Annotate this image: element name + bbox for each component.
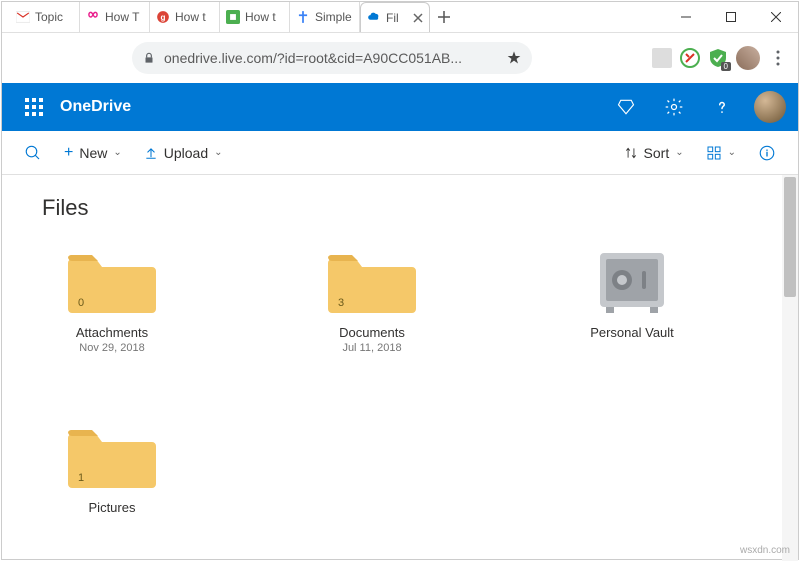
green-app-icon bbox=[226, 10, 240, 24]
onedrive-header: OneDrive bbox=[2, 83, 798, 131]
folder-item-pictures[interactable]: 1 Pictures bbox=[42, 424, 182, 515]
item-count: 0 bbox=[78, 297, 84, 309]
folder-icon: 3 bbox=[328, 249, 416, 315]
tab-google[interactable]: g How t bbox=[150, 2, 220, 32]
sort-icon bbox=[624, 146, 638, 160]
scroll-thumb[interactable] bbox=[784, 177, 796, 297]
item-name: Pictures bbox=[42, 500, 182, 515]
folder-icon: 1 bbox=[68, 424, 156, 490]
sort-label: Sort bbox=[644, 145, 670, 161]
star-icon[interactable] bbox=[506, 50, 522, 66]
premium-button[interactable] bbox=[604, 87, 648, 127]
chevron-down-icon: ⌄ bbox=[214, 147, 222, 158]
tab-pink[interactable]: How T bbox=[80, 2, 150, 32]
tab-strip: Topic How T g How t How t Simple Fil bbox=[2, 2, 663, 32]
profile-avatar-icon[interactable] bbox=[736, 46, 760, 70]
tab-label: Fil bbox=[386, 11, 408, 25]
google-icon: g bbox=[156, 10, 170, 24]
file-grid: 0 Attachments Nov 29, 2018 3 Documents J… bbox=[42, 249, 758, 515]
item-name: Personal Vault bbox=[562, 325, 702, 340]
close-window-button[interactable] bbox=[753, 2, 798, 33]
grid-view-icon bbox=[706, 145, 722, 161]
plus-icon bbox=[437, 10, 451, 24]
url-box[interactable]: onedrive.live.com/?id=root&cid=A90CC051A… bbox=[132, 42, 532, 74]
tab-label: How t bbox=[175, 10, 213, 24]
info-icon bbox=[758, 144, 776, 162]
browser-window: Topic How T g How t How t Simple Fil bbox=[1, 1, 799, 560]
vault-icon bbox=[596, 249, 668, 315]
minimize-button[interactable] bbox=[663, 2, 708, 33]
page-title: Files bbox=[42, 195, 758, 221]
upload-button[interactable]: Upload ⌄ bbox=[136, 139, 231, 167]
loop-icon bbox=[86, 10, 100, 24]
settings-button[interactable] bbox=[652, 87, 696, 127]
tab-simple[interactable]: Simple bbox=[290, 2, 360, 32]
toolbar-right: Sort ⌄ ⌄ bbox=[616, 138, 784, 168]
item-count: 1 bbox=[78, 472, 84, 484]
tab-onedrive[interactable]: Fil bbox=[360, 2, 430, 32]
item-name: Attachments bbox=[42, 325, 182, 340]
user-avatar[interactable] bbox=[754, 91, 786, 123]
header-actions bbox=[604, 87, 786, 127]
tab-label: Simple bbox=[315, 10, 353, 24]
shield-badge-icon[interactable]: 0 bbox=[708, 48, 728, 68]
kebab-menu-icon[interactable] bbox=[768, 48, 788, 68]
item-date: Jul 11, 2018 bbox=[302, 342, 442, 354]
lock-icon bbox=[142, 51, 156, 65]
chevron-down-icon: ⌄ bbox=[675, 147, 683, 158]
maximize-button[interactable] bbox=[708, 2, 753, 33]
tab-green[interactable]: How t bbox=[220, 2, 290, 32]
tab-label: How T bbox=[105, 10, 143, 24]
window-controls bbox=[663, 2, 798, 33]
plus-icon: + bbox=[64, 144, 73, 162]
new-button[interactable]: + New ⌄ bbox=[56, 138, 130, 168]
new-tab-button[interactable] bbox=[430, 2, 458, 32]
upload-icon bbox=[144, 146, 158, 160]
ext-badge: 0 bbox=[721, 62, 731, 71]
url-text: onedrive.live.com/?id=root&cid=A90CC051A… bbox=[164, 50, 498, 66]
shield-check-icon[interactable] bbox=[680, 48, 700, 68]
item-name: Documents bbox=[302, 325, 442, 340]
tab-gmail[interactable]: Topic bbox=[10, 2, 80, 32]
content-area: Files 0 Attachments Nov 29, 2018 3 Docum… bbox=[2, 175, 798, 561]
search-icon bbox=[24, 144, 42, 162]
vault-item[interactable]: Personal Vault bbox=[562, 249, 702, 354]
chevron-down-icon: ⌄ bbox=[113, 147, 121, 158]
item-count: 3 bbox=[338, 297, 344, 309]
brand-label: OneDrive bbox=[60, 98, 131, 116]
diamond-icon bbox=[617, 98, 635, 116]
extension-icons: 0 bbox=[652, 46, 788, 70]
gmail-icon bbox=[16, 10, 30, 24]
svg-text:g: g bbox=[161, 13, 166, 22]
gear-icon bbox=[664, 97, 684, 117]
waffle-icon bbox=[25, 98, 43, 116]
titlebar: Topic How T g How t How t Simple Fil bbox=[2, 2, 798, 33]
close-icon[interactable] bbox=[413, 13, 423, 23]
new-label: New bbox=[79, 145, 107, 161]
address-bar: onedrive.live.com/?id=root&cid=A90CC051A… bbox=[2, 33, 798, 83]
extension-icon[interactable] bbox=[652, 48, 672, 68]
help-icon bbox=[713, 98, 731, 116]
view-button[interactable]: ⌄ bbox=[698, 139, 744, 167]
chevron-down-icon: ⌄ bbox=[728, 147, 736, 158]
watermark: wsxdn.com bbox=[740, 545, 790, 556]
cross-icon bbox=[296, 10, 310, 24]
scrollbar[interactable] bbox=[782, 175, 798, 561]
app-launcher-button[interactable] bbox=[14, 87, 54, 127]
onedrive-icon bbox=[367, 11, 381, 25]
command-bar: + New ⌄ Upload ⌄ Sort ⌄ ⌄ bbox=[2, 131, 798, 175]
search-button[interactable] bbox=[16, 138, 50, 168]
info-button[interactable] bbox=[750, 138, 784, 168]
help-button[interactable] bbox=[700, 87, 744, 127]
upload-label: Upload bbox=[164, 145, 208, 161]
item-date: Nov 29, 2018 bbox=[42, 342, 182, 354]
sort-button[interactable]: Sort ⌄ bbox=[616, 139, 692, 167]
folder-item-documents[interactable]: 3 Documents Jul 11, 2018 bbox=[302, 249, 442, 354]
folder-item-attachments[interactable]: 0 Attachments Nov 29, 2018 bbox=[42, 249, 182, 354]
tab-label: Topic bbox=[35, 10, 73, 24]
tab-label: How t bbox=[245, 10, 283, 24]
folder-icon: 0 bbox=[68, 249, 156, 315]
